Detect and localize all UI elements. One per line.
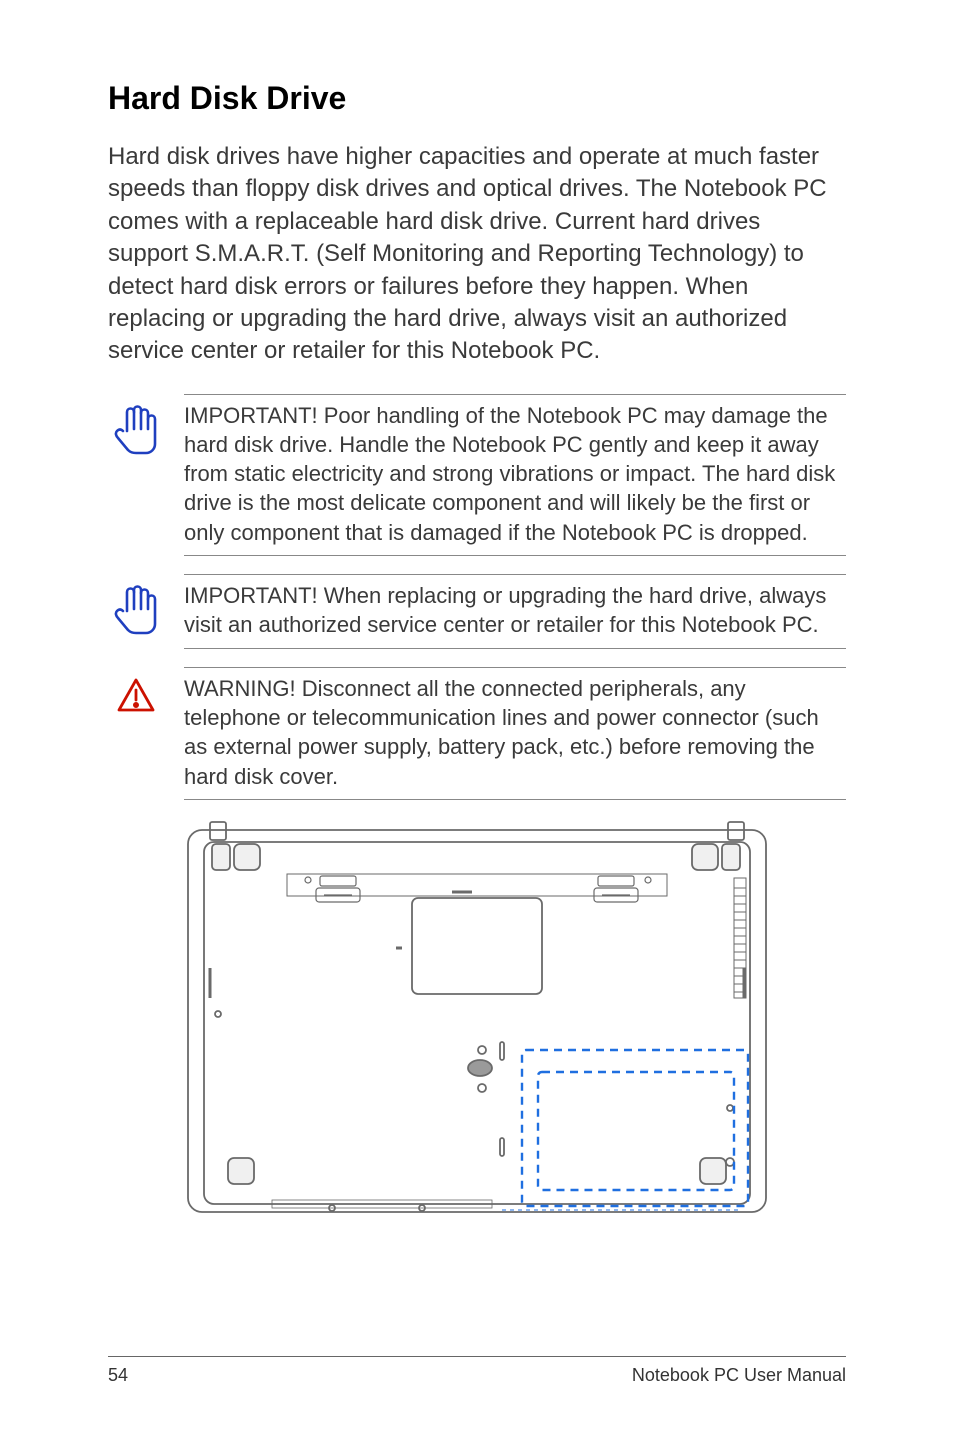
hand-stop-icon (108, 401, 164, 460)
callout-important-1: IMPORTANT! Poor handling of the Notebook… (108, 401, 846, 547)
callout-text: IMPORTANT! Poor handling of the Notebook… (164, 401, 846, 547)
callout-text: WARNING! Disconnect all the connected pe… (164, 674, 846, 791)
divider (184, 667, 846, 668)
hand-stop-icon (108, 581, 164, 640)
divider (184, 574, 846, 575)
body-paragraph: Hard disk drives have higher capacities … (108, 141, 846, 368)
page-number: 54 (108, 1365, 128, 1386)
callout-important-2: IMPORTANT! When replacing or upgrading t… (108, 581, 846, 640)
manual-title: Notebook PC User Manual (632, 1365, 846, 1386)
divider (184, 799, 846, 800)
callout-text: IMPORTANT! When replacing or upgrading t… (164, 581, 846, 640)
divider (184, 394, 846, 395)
section-heading: Hard Disk Drive (108, 80, 846, 117)
laptop-bottom-diagram (108, 818, 846, 1220)
divider (184, 555, 846, 556)
divider (184, 648, 846, 649)
warning-triangle-icon (108, 674, 164, 721)
page-footer: 54 Notebook PC User Manual (108, 1356, 846, 1386)
callout-warning: WARNING! Disconnect all the connected pe… (108, 674, 846, 791)
